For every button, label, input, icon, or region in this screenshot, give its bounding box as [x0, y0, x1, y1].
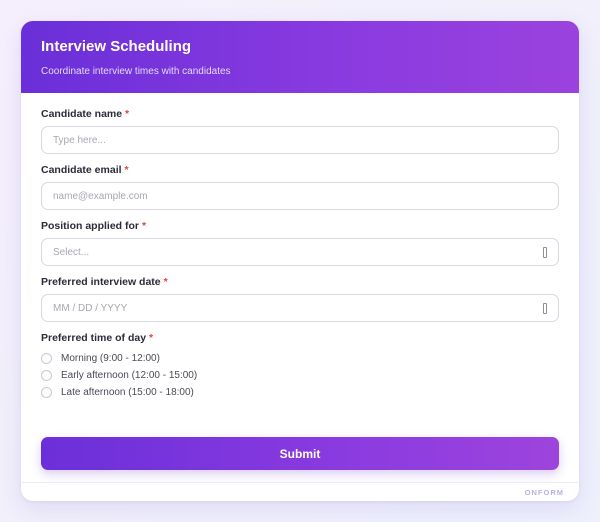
submit-button[interactable]: Submit [41, 437, 559, 470]
required-mark: * [141, 220, 147, 232]
radio-button[interactable] [41, 387, 52, 398]
dropdown-icon [543, 246, 547, 258]
candidate-email-input[interactable]: name@example.com [41, 182, 559, 210]
radio-label: Morning (9:00 - 12:00) [61, 353, 160, 364]
radio-option-late-afternoon[interactable]: Late afternoon (15:00 - 18:00) [41, 384, 559, 401]
radio-button[interactable] [41, 353, 52, 364]
brand-logo-text: ONFORM [524, 487, 564, 497]
time-of-day-radio-group: Morning (9:00 - 12:00) Early afternoon (… [41, 350, 559, 401]
position-field: Position applied for * Select... [41, 220, 559, 266]
required-mark: * [148, 332, 154, 344]
radio-label: Early afternoon (12:00 - 15:00) [61, 370, 198, 381]
candidate-name-field: Candidate name * Type here... [41, 108, 559, 154]
calendar-icon[interactable] [543, 302, 547, 314]
radio-option-early-afternoon[interactable]: Early afternoon (12:00 - 15:00) [41, 367, 559, 384]
form-header: Interview Scheduling Coordinate intervie… [21, 21, 579, 93]
interview-date-input[interactable]: MM / DD / YYYY [41, 294, 559, 322]
required-mark: * [163, 276, 168, 288]
radio-option-morning[interactable]: Morning (9:00 - 12:00) [41, 350, 559, 367]
radio-button[interactable] [41, 370, 52, 381]
time-of-day-field: Preferred time of day * Morning (9:00 - … [41, 332, 559, 401]
page-title: Interview Scheduling [41, 38, 192, 55]
candidate-name-label: Candidate name * [41, 108, 130, 120]
radio-label: Late afternoon (15:00 - 18:00) [61, 387, 194, 398]
interview-date-placeholder: MM / DD / YYYY [53, 302, 128, 314]
required-mark: * [124, 164, 129, 176]
interview-date-field: Preferred interview date * MM / DD / YYY… [41, 276, 559, 322]
time-of-day-label: Preferred time of day * [41, 332, 154, 344]
candidate-email-field: Candidate email * name@example.com [41, 164, 559, 210]
position-placeholder: Select... [53, 246, 90, 258]
position-select[interactable]: Select... [41, 238, 559, 266]
page-subtitle: Coordinate interview times with candidat… [41, 66, 231, 77]
position-label: Position applied for * [41, 220, 147, 232]
form-footer: ONFORM [21, 482, 579, 501]
required-mark: * [125, 108, 130, 120]
candidate-name-placeholder: Type here... [53, 134, 106, 146]
candidate-email-label: Candidate email * [41, 164, 129, 176]
candidate-email-placeholder: name@example.com [53, 190, 148, 202]
form-card: Interview Scheduling Coordinate intervie… [21, 21, 579, 501]
interview-date-label: Preferred interview date * [41, 276, 168, 288]
candidate-name-input[interactable]: Type here... [41, 126, 559, 154]
